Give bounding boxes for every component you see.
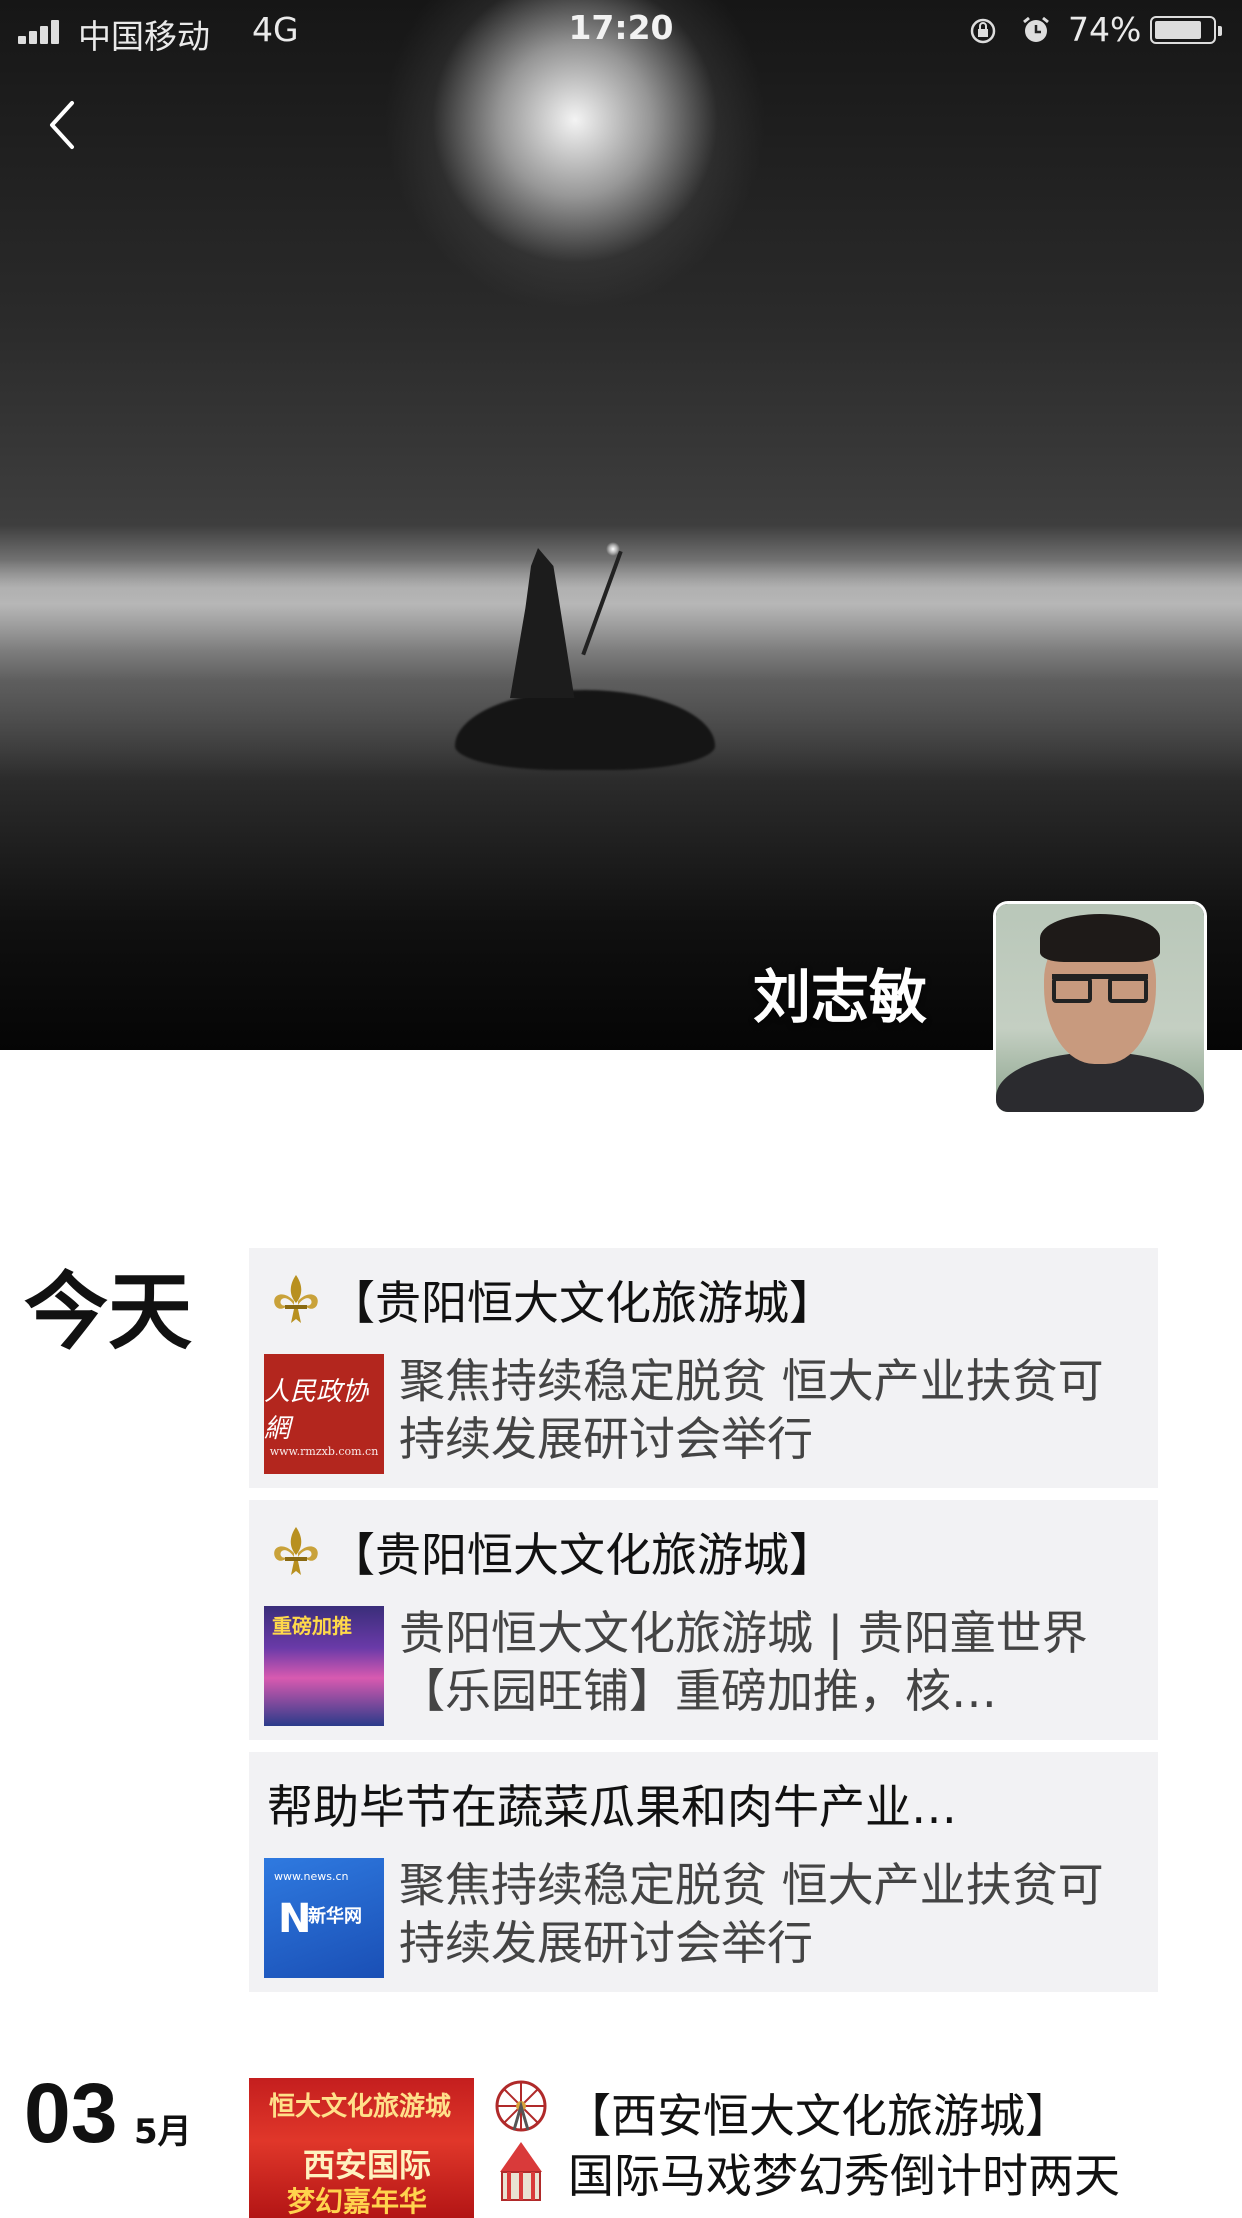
fleur-de-lis-icon [274,1275,318,1323]
today-label: 今天 [24,1265,193,1359]
feed-item-thumbnail: 重磅加推 [264,1606,384,1726]
feed-item-description: 聚焦持续稳定脱贫 恒大产业扶贫可持续发展研讨会举行 [399,1354,1104,1466]
feed-item-title[interactable]: 【西安恒大文化旅游城】 [565,2080,1071,2146]
feed-item-thumbnail: 人民政协網 www.rmzxb.com.cn [264,1354,384,1474]
feed-item-description: 贵阳恒大文化旅游城 | 贵阳童世界【乐园旺铺】重磅加推，核… [399,1606,1088,1718]
orientation-lock-icon [970,18,996,44]
date-month: 5月 [134,2112,192,2152]
feed-item-source: 【贵阳恒大文化旅游城】 [267,1522,835,1582]
feed-item-source-text: 【贵阳恒大文化旅游城】 [329,1528,835,1582]
avatar[interactable] [996,904,1204,1112]
feed-item-thumbnail[interactable]: 恒大文化旅游城 西安国际 梦幻嘉年华 [249,2078,474,2218]
profile-name[interactable]: 刘志敏 [753,950,927,1034]
thumb-logo-text: 人民政协網 [264,1376,369,1444]
thumb-line-3: 梦幻嘉年华 [287,2185,428,2218]
feed-item-title: 帮助毕节在蔬菜瓜果和肉牛产业… [267,1780,957,1834]
status-time: 17:20 [568,8,674,47]
back-chevron-left-icon[interactable] [40,95,90,155]
battery-icon [1150,16,1222,44]
thumb-line-1: 恒大文化旅游城 [269,2092,452,2122]
feed-item-source-text: 【贵阳恒大文化旅游城】 [329,1276,835,1330]
ferris-wheel-circus-icon [495,2080,547,2201]
thumb-logo-n: N [278,1896,312,1942]
feed-item-thumbnail: www.news.cn N 新华网 [264,1858,384,1978]
feed-item[interactable]: 【贵阳恒大文化旅游城】 人民政协網 www.rmzxb.com.cn 聚焦持续稳… [249,1248,1158,1488]
feed-item[interactable]: 【贵阳恒大文化旅游城】 重磅加推 贵阳恒大文化旅游城 | 贵阳童世界【乐园旺铺】… [249,1500,1158,1740]
alarm-icon [1023,16,1049,42]
feed-item[interactable]: 帮助毕节在蔬菜瓜果和肉牛产业… www.news.cn N 新华网 聚焦持续稳定… [249,1752,1158,1992]
thumb-poster-text: 重磅加推 [272,1614,352,1638]
thumb-logo-url: www.rmzxb.com.cn [269,1444,379,1458]
status-bar: 中国移动 4G 17:20 74% [0,0,1242,60]
thumb-logo-url: www.news.cn [274,1870,349,1883]
feed-item-subtitle[interactable]: 国际马戏梦幻秀倒计时两天 [568,2140,1120,2206]
date-day: 03 [24,2066,118,2160]
battery-percent: 74% [1068,10,1142,49]
feed-item-description: 聚焦持续稳定脱贫 恒大产业扶贫可持续发展研讨会举行 [399,1858,1104,1970]
cover-staff-light [606,542,620,556]
cover-image[interactable] [0,0,1242,1050]
fleur-de-lis-icon [274,1527,318,1575]
feed-item-source: 【贵阳恒大文化旅游城】 [267,1270,835,1330]
thumb-logo-text: 新华网 [308,1906,362,1927]
